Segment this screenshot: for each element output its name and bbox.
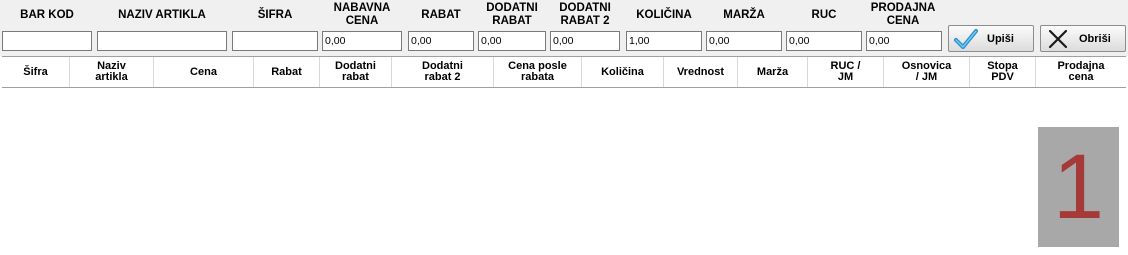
nabavna-cena-label: NABAVNA CENA <box>333 2 391 27</box>
column-header-vrednost[interactable]: Vrednost <box>664 57 738 87</box>
column-header-dodatni-rabat[interactable]: Dodatni rabat <box>320 57 392 87</box>
dodatni-rabat-2-input[interactable] <box>550 31 620 51</box>
sifra-label: ŠIFRA <box>257 9 293 21</box>
x-icon <box>1045 28 1071 50</box>
column-header-ruc-jm[interactable]: RUC / JM <box>808 57 884 87</box>
ruc-label: RUC <box>811 9 837 21</box>
column-header-osnovica-jm[interactable]: Osnovica / JM <box>884 57 970 87</box>
column-header-rabat[interactable]: Rabat <box>254 57 320 87</box>
items-grid-body <box>2 88 1126 253</box>
upisi-button[interactable]: Upiši <box>948 25 1034 52</box>
column-header-stopa-pdv[interactable]: Stopa PDV <box>970 57 1036 87</box>
item-count-badge: 1 <box>1038 127 1119 247</box>
column-header-prodajna-cena[interactable]: Prodajna cena <box>1036 57 1126 87</box>
bar-kod-label: BAR KOD <box>20 9 74 21</box>
column-header-marza[interactable]: Marža <box>738 57 808 87</box>
items-grid-header: Šifra Naziv artikla Cena Rabat Dodatni r… <box>2 56 1126 88</box>
obrisi-button[interactable]: Obriši <box>1040 25 1126 52</box>
naziv-artikla-label: NAZIV ARTIKLA <box>118 9 206 21</box>
prodajna-cena-input[interactable] <box>866 31 942 51</box>
item-entry-form: BAR KOD NAZIV ARTIKLA ŠIFRA NABAVNA CENA… <box>0 0 1128 56</box>
kolicina-input[interactable] <box>626 31 702 51</box>
upisi-button-label: Upiši <box>987 32 1014 45</box>
kolicina-label: KOLIČINA <box>636 9 692 21</box>
obrisi-button-label: Obriši <box>1079 32 1111 45</box>
marza-label: MARŽA <box>723 9 765 21</box>
column-header-dodatni-rabat-2[interactable]: Dodatni rabat 2 <box>392 57 494 87</box>
prodajna-cena-label: PRODAJNA CENA <box>870 2 936 27</box>
sifra-input[interactable] <box>232 31 318 51</box>
ruc-input[interactable] <box>786 31 862 51</box>
dodatni-rabat-2-label: DODATNI RABAT 2 <box>559 2 611 27</box>
check-icon <box>953 28 979 50</box>
column-header-kolicina[interactable]: Količina <box>582 57 664 87</box>
dodatni-rabat-label: DODATNI RABAT <box>486 2 538 27</box>
dodatni-rabat-input[interactable] <box>478 31 546 51</box>
marza-input[interactable] <box>706 31 782 51</box>
nabavna-cena-input[interactable] <box>322 31 402 51</box>
column-header-naziv-artikla[interactable]: Naziv artikla <box>70 57 154 87</box>
bar-kod-input[interactable] <box>2 31 92 51</box>
naziv-artikla-input[interactable] <box>97 31 227 51</box>
column-header-sifra[interactable]: Šifra <box>2 57 70 87</box>
rabat-label: RABAT <box>421 9 461 21</box>
column-header-cena-posle-rabata[interactable]: Cena posle rabata <box>494 57 582 87</box>
rabat-input[interactable] <box>408 31 474 51</box>
column-header-cena[interactable]: Cena <box>154 57 254 87</box>
